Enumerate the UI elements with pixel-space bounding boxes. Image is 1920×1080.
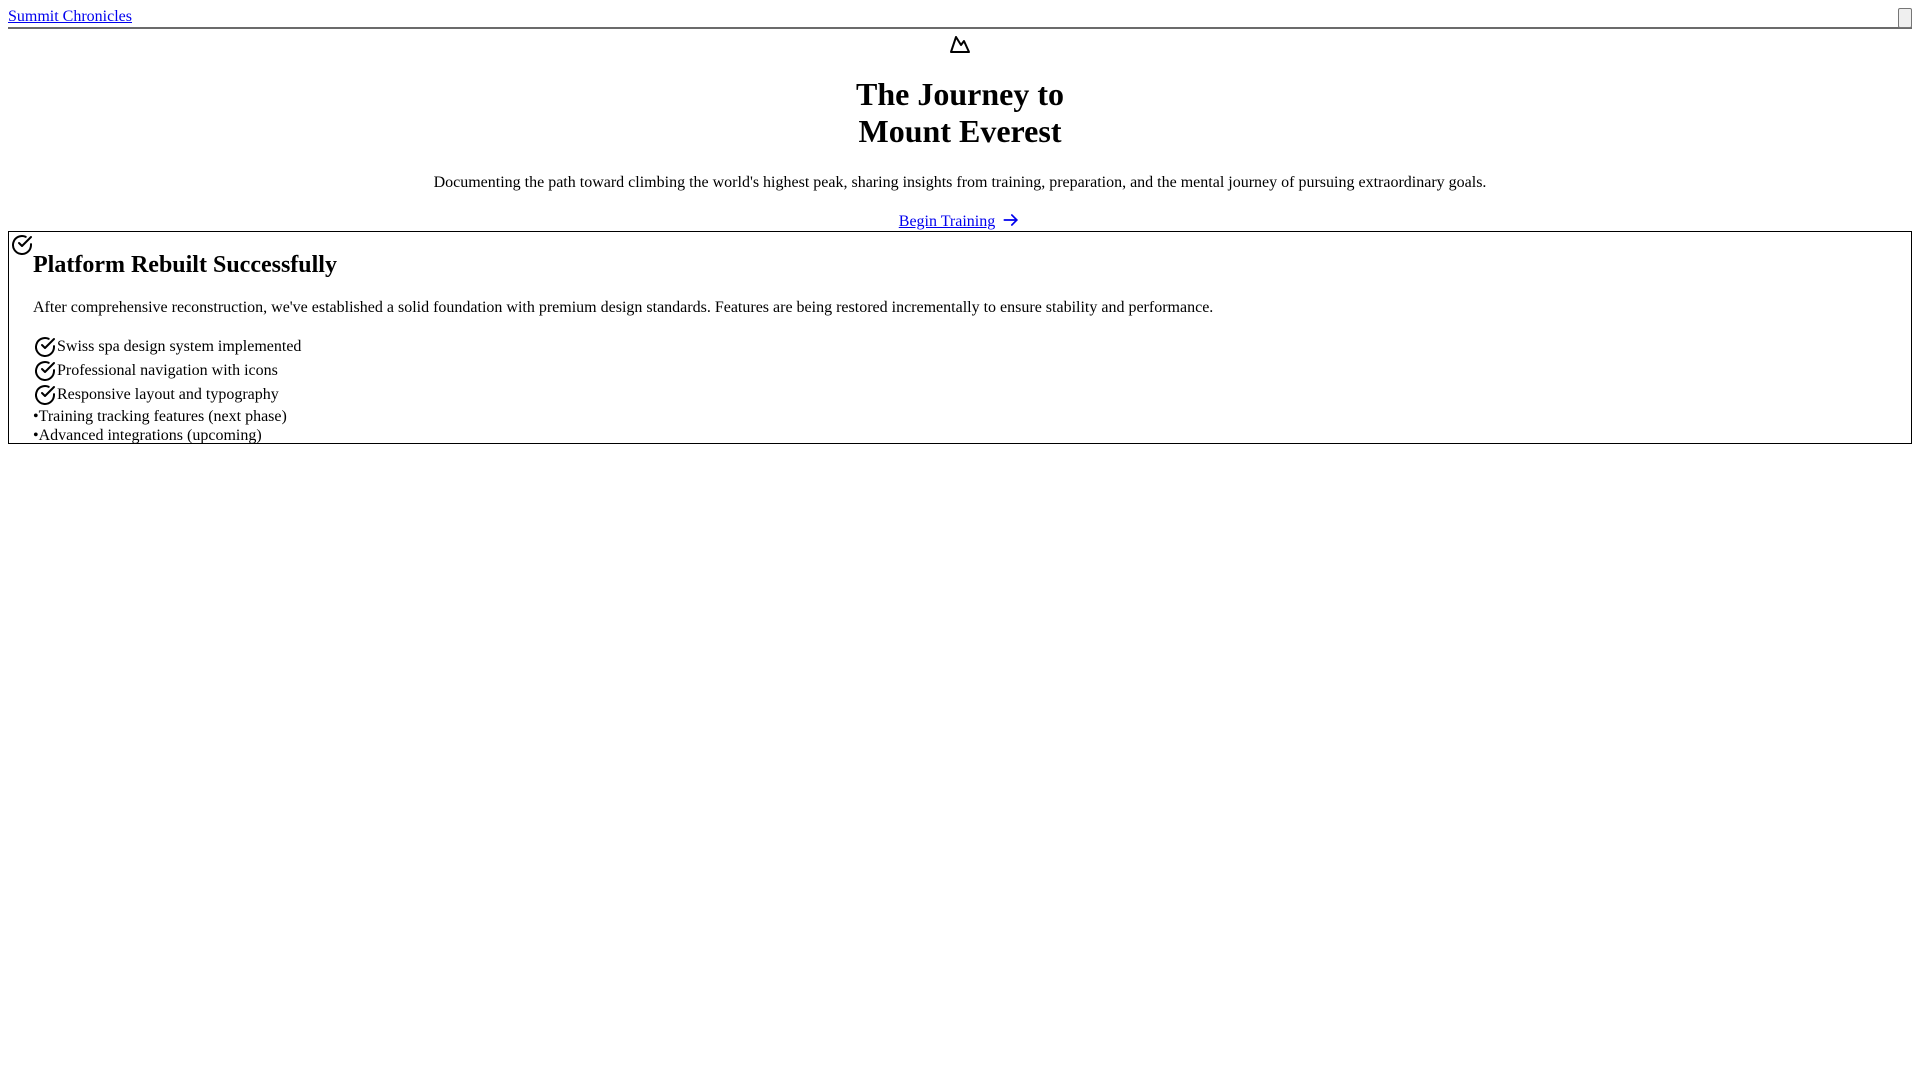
brand-link[interactable]: Summit Chronicles <box>8 8 132 26</box>
status-card: Platform Rebuilt Successfully After comp… <box>8 231 1912 444</box>
feature-label: Advanced integrations (upcoming) <box>38 426 262 444</box>
hero-section: The Journey to Mount Everest Documenting… <box>0 30 1920 231</box>
check-circle-icon <box>12 235 32 255</box>
top-navigation: Summit Chronicles <box>8 0 1912 29</box>
page-title: The Journey to Mount Everest <box>0 76 1920 150</box>
pending-feature-item: • Training tracking features (next phase) <box>33 407 301 426</box>
page: Summit Chronicles The Journey to Mount E… <box>0 0 1920 1080</box>
cta-container: Begin Training <box>0 210 1920 231</box>
page-title-line-1: The Journey to <box>856 76 1064 112</box>
pending-feature-item: • Advanced integrations (upcoming) <box>33 426 301 445</box>
feature-label: Training tracking features (next phase) <box>38 407 287 425</box>
feature-list: Swiss spa design system implemented Prof… <box>33 335 301 445</box>
check-circle-icon <box>35 385 55 405</box>
mountain-icon <box>950 36 970 53</box>
feature-label: Swiss spa design system implemented <box>57 338 302 355</box>
completed-feature-item: Professional navigation with icons <box>33 359 301 383</box>
completed-feature-item: Swiss spa design system implemented <box>33 335 301 359</box>
feature-label: Professional navigation with icons <box>57 362 278 379</box>
check-circle-icon <box>35 337 55 357</box>
card-title: Platform Rebuilt Successfully <box>33 252 337 278</box>
begin-training-link[interactable]: Begin Training <box>899 213 995 230</box>
feature-label: Responsive layout and typography <box>57 386 279 403</box>
arrow-right-icon[interactable] <box>1001 210 1021 230</box>
hero-description: Documenting the path toward climbing the… <box>433 174 1487 191</box>
menu-toggle-button[interactable] <box>1898 8 1912 28</box>
card-description: After comprehensive reconstruction, we'v… <box>33 299 1214 316</box>
completed-feature-item: Responsive layout and typography <box>33 383 301 407</box>
page-title-line-2: Mount Everest <box>858 113 1062 149</box>
check-circle-icon <box>35 361 55 381</box>
